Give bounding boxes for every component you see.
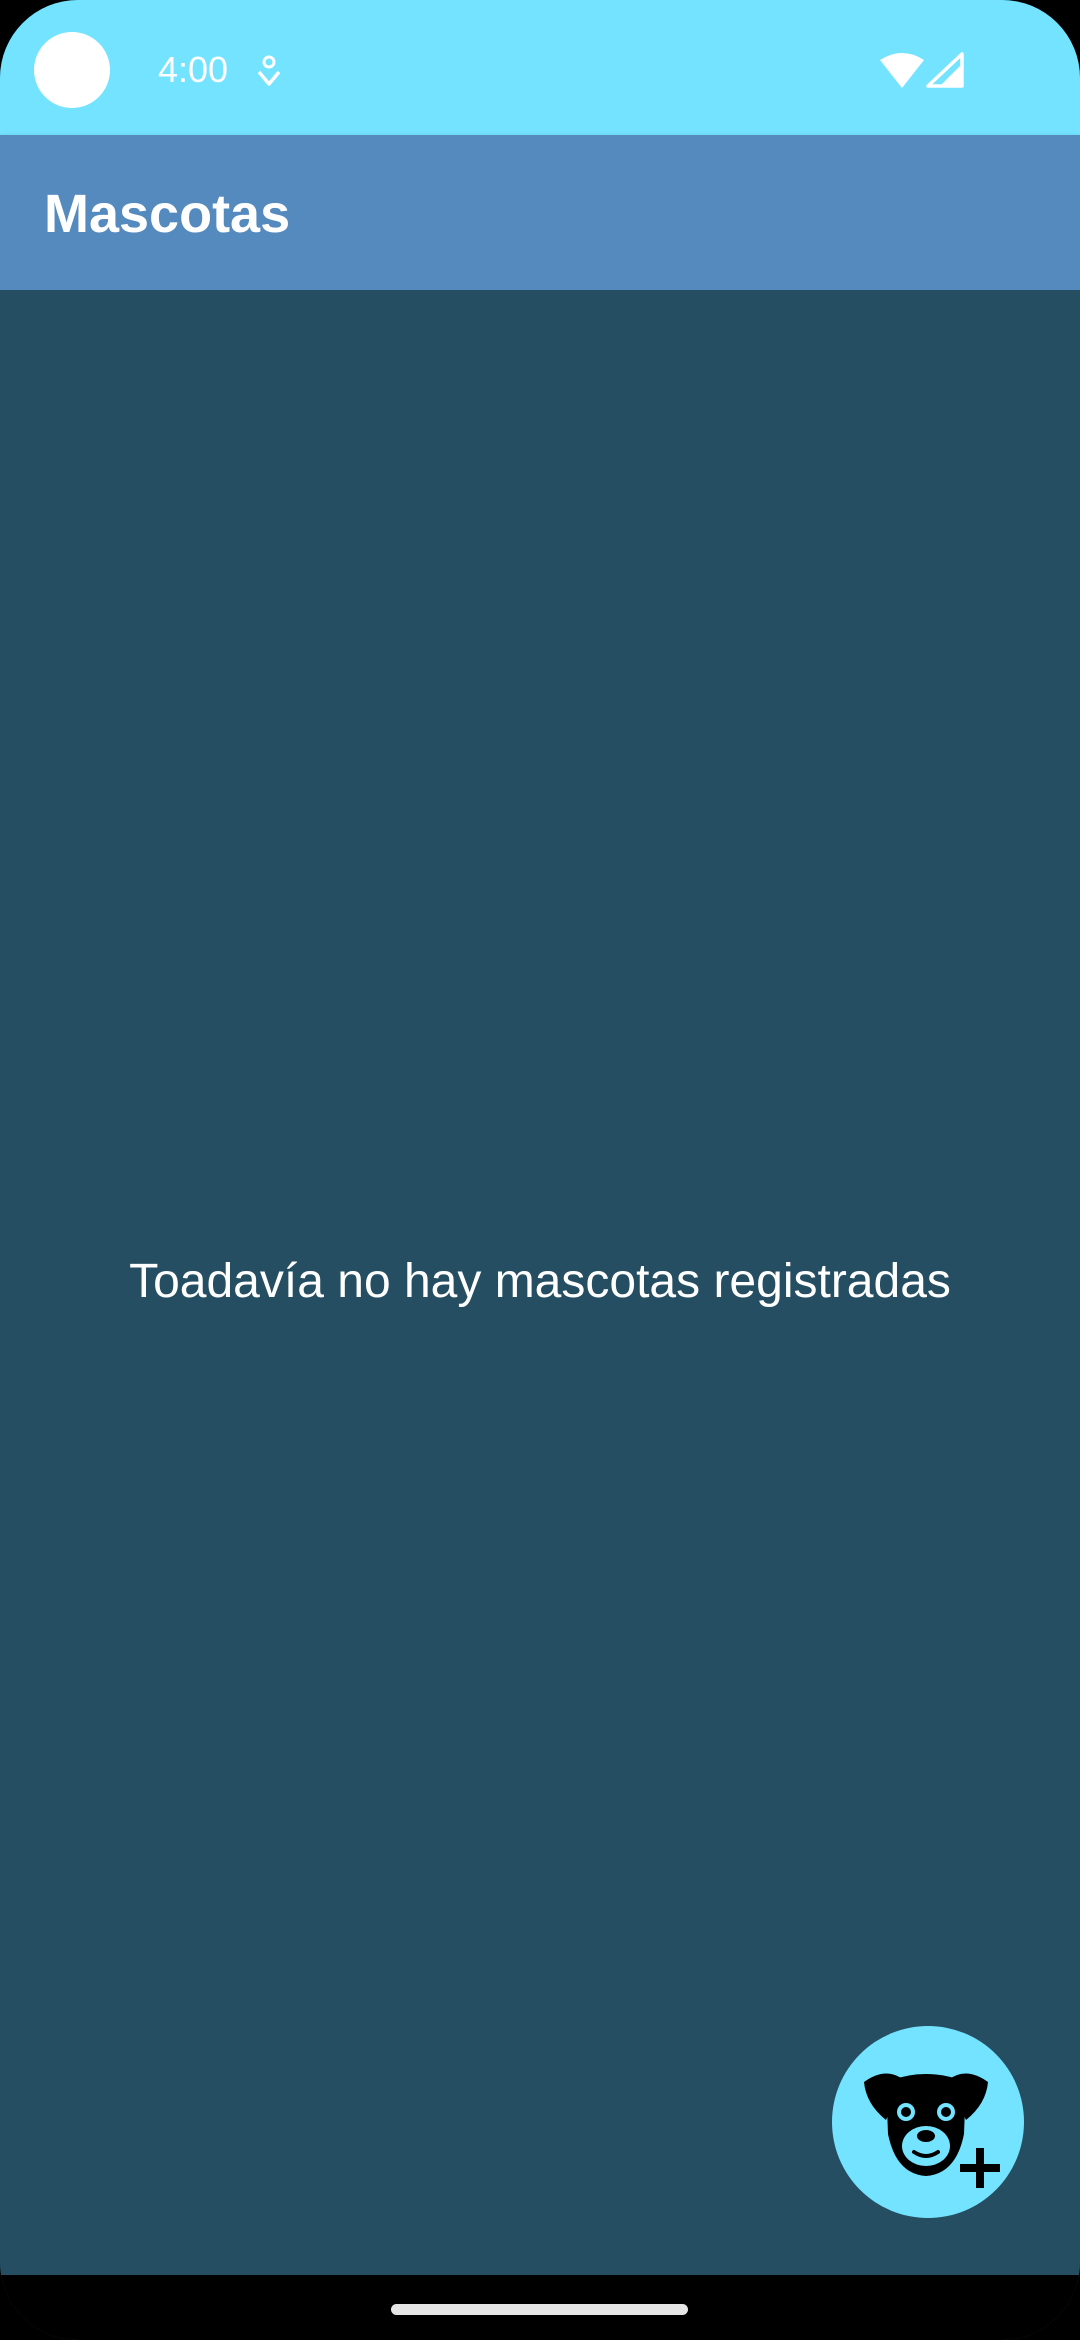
phone-screen: 4:00 Mascotas Toadavía no hay mascotas r… — [0, 0, 1080, 2340]
signal-icon — [926, 52, 964, 88]
wifi-icon — [880, 53, 924, 88]
add-pet-icon — [864, 2073, 1000, 2188]
empty-state-message: Toadavía no hay mascotas registradas — [129, 1255, 951, 1308]
home-indicator[interactable] — [391, 2304, 688, 2315]
navigation-bar — [0, 2275, 1080, 2340]
notification-icon — [257, 55, 281, 86]
main-content: Toadavía no hay mascotas registradas — [0, 290, 1080, 2275]
status-time: 4:00 — [158, 49, 229, 90]
app-bar: Mascotas — [0, 135, 1080, 290]
camera-cutout — [34, 32, 110, 108]
app-title: Mascotas — [44, 184, 291, 244]
status-bar: 4:00 — [0, 0, 1080, 135]
add-pet-button[interactable] — [832, 2026, 1024, 2218]
